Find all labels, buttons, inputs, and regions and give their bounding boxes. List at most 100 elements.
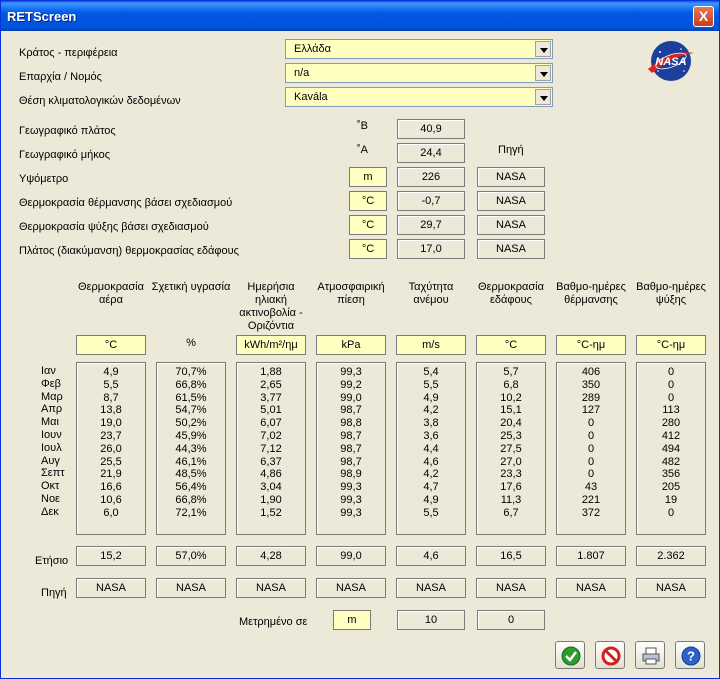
month-label: Μαρ: [41, 390, 63, 403]
monthly-values-column: 70,7% 66,8% 61,5% 54,7% 50,2% 45,9% 44,3% 46,1%…: [156, 362, 226, 535]
monthly-value: 4,7: [423, 481, 439, 494]
monthly-values-column: 1,88 2,65 3,77 5,01 6,07 7,02 7,12 6,37 4,86 3,04…: [236, 362, 306, 535]
cancel-icon: [601, 646, 621, 666]
svg-text:?: ?: [687, 649, 695, 664]
monthly-value: 56,4%: [175, 481, 207, 494]
source-value: NASA: [396, 578, 466, 598]
close-icon: X: [698, 8, 709, 24]
ground-measured-depth: 0: [477, 610, 545, 630]
column-unit: m/s: [396, 335, 466, 355]
monthly-value: 11,3: [500, 493, 522, 506]
monthly-value: 412: [661, 429, 681, 442]
chevron-down-icon[interactable]: [535, 89, 551, 105]
annual-value: 4,6: [396, 546, 466, 566]
chevron-down-icon[interactable]: [535, 65, 551, 81]
monthly-value: 3,8: [423, 417, 439, 430]
monthly-value: 46,1%: [175, 455, 207, 468]
column-unit: °C: [476, 335, 546, 355]
monthly-value: 48,5%: [175, 468, 207, 481]
country-value: Ελλάδα: [294, 43, 332, 55]
monthly-value: 10,2: [500, 391, 522, 404]
monthly-value: 5,5: [103, 378, 119, 391]
ground-amplitude-label: Πλάτος (διακύμανση) θερμοκρασίας εδάφους: [19, 245, 239, 257]
monthly-value: 25,5: [100, 455, 122, 468]
monthly-value: 50,2%: [175, 417, 207, 430]
ground-amplitude-unit: °C: [349, 239, 387, 259]
monthly-value: 13,8: [100, 404, 122, 417]
monthly-value: 5,7: [503, 366, 519, 378]
monthly-value: 4,9: [103, 366, 119, 378]
elevation-unit: m: [349, 167, 387, 187]
monthly-value: 0: [667, 391, 675, 404]
monthly-value: 406: [581, 366, 601, 378]
province-select[interactable]: n/a: [285, 63, 553, 83]
monthly-value: 98,8: [340, 417, 362, 430]
cancel-button[interactable]: [595, 641, 625, 669]
title-bar[interactable]: RETScreen X: [1, 1, 719, 31]
monthly-value: 494: [661, 442, 681, 455]
monthly-value: 127: [581, 404, 601, 417]
source-value: NASA: [556, 578, 626, 598]
column-header: Θερμοκρασία εδάφους: [478, 281, 544, 306]
monthly-value: 2,65: [260, 378, 282, 391]
column-header: Ημερήσια ηλιακή ακτινοβολία - Οριζόντια: [239, 281, 303, 332]
month-label: Δεκ: [41, 505, 59, 518]
monthly-value: 19: [664, 493, 678, 506]
country-select[interactable]: Ελλάδα: [285, 39, 553, 59]
monthly-values-column: 5,7 6,8 10,2 15,1 20,4 25,3 27,5 27,0 23,3 17,6 11…: [476, 362, 546, 535]
monthly-value: 15,1: [500, 404, 522, 417]
annual-value: 57,0%: [156, 546, 226, 566]
monthly-value: 1,88: [260, 366, 282, 378]
help-button[interactable]: ?: [675, 641, 705, 669]
elevation-value: 226: [397, 167, 465, 187]
monthly-value: 17,6: [500, 481, 522, 494]
monthly-value: 3,04: [260, 481, 282, 494]
monthly-value: 3,77: [260, 391, 282, 404]
longitude-value: 24,4: [397, 143, 465, 163]
source-value: NASA: [636, 578, 706, 598]
heating-temp-source: NASA: [477, 191, 545, 211]
monthly-value: 372: [581, 506, 601, 519]
monthly-value: 5,01: [260, 404, 282, 417]
monthly-value: 4,6: [423, 455, 439, 468]
monthly-values-column: 0 0 0 113 280 412 494 482 356 205 19 0: [636, 362, 706, 535]
monthly-value: 482: [661, 455, 681, 468]
column-header: Βαθμο-ημέρες ψύξης: [636, 281, 706, 306]
monthly-value: 0: [587, 417, 595, 430]
monthly-value: 1,90: [260, 493, 282, 506]
monthly-value: 99,3: [340, 481, 362, 494]
source-value: NASA: [156, 578, 226, 598]
retscreen-window: RETScreen X Κράτος - περιφέρεια Ελλάδα Ε…: [0, 0, 720, 679]
monthly-value: 5,5: [423, 378, 439, 391]
latitude-label: Γεωγραφικό πλάτος: [19, 125, 116, 137]
site-label: Θέση κλιματολογικών δεδομένων: [19, 95, 181, 107]
monthly-value: 5,4: [423, 366, 439, 378]
monthly-value: 6,7: [503, 506, 519, 519]
longitude-label: Γεωγραφικό μήκος: [19, 149, 111, 161]
close-button[interactable]: X: [693, 6, 714, 27]
column-unit: °C: [76, 335, 146, 355]
monthly-value: 8,7: [103, 391, 119, 404]
monthly-value: 27,5: [500, 442, 522, 455]
column-unit: °C-ημ: [636, 335, 706, 355]
measured-unit: m: [333, 610, 371, 630]
source-header: Πηγή: [498, 144, 524, 156]
monthly-values-column: 4,9 5,5 8,7 13,8 19,0 23,7 26,0 25,5 21,9 16,6 10,…: [76, 362, 146, 535]
print-button[interactable]: [635, 641, 665, 669]
heating-temp-value: -0,7: [397, 191, 465, 211]
month-label: Ιουν: [41, 428, 62, 441]
ground-amplitude-value: 17,0: [397, 239, 465, 259]
site-select[interactable]: Kavála: [285, 87, 553, 107]
cooling-temp-unit: °C: [349, 215, 387, 235]
chevron-down-icon[interactable]: [535, 41, 551, 57]
column-unit: kWh/m²/ημ: [236, 335, 306, 355]
cooling-temp-value: 29,7: [397, 215, 465, 235]
monthly-value: 0: [667, 378, 675, 391]
ok-button[interactable]: [555, 641, 585, 669]
monthly-value: 27,0: [500, 455, 522, 468]
monthly-value: 0: [587, 468, 595, 481]
monthly-value: 221: [581, 493, 601, 506]
measured-at-label: Μετρημένο σε: [239, 616, 308, 628]
annual-value: 4,28: [236, 546, 306, 566]
monthly-values-column: 99,3 99,2 99,0 98,7 98,8 98,7 98,7 98,7 98,9 99,3…: [316, 362, 386, 535]
